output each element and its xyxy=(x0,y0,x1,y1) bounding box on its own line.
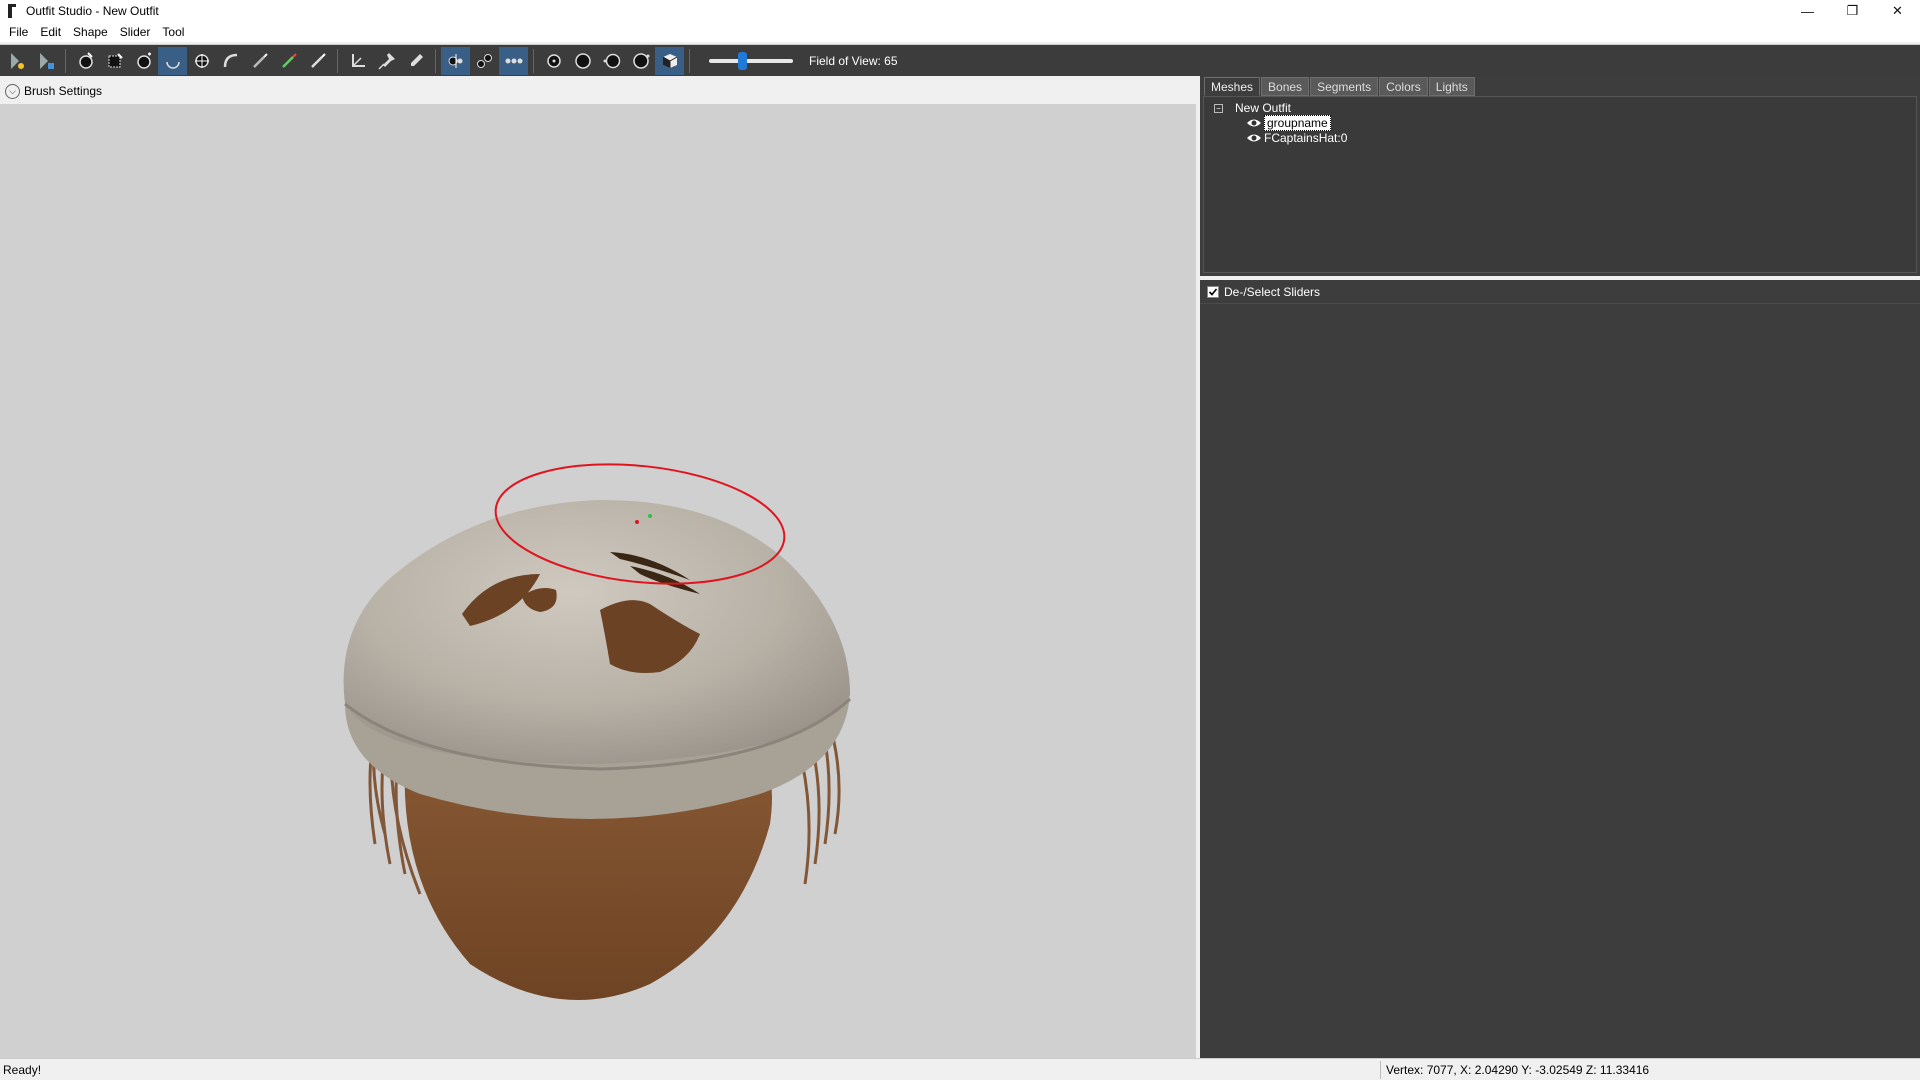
menu-shape[interactable]: Shape xyxy=(67,22,114,42)
show-mask-icon[interactable] xyxy=(539,47,568,75)
tree-root-item[interactable]: − New Outfit xyxy=(1214,100,1291,116)
load-outfit-tool-button[interactable] xyxy=(31,47,60,75)
tab-bones[interactable]: Bones xyxy=(1261,77,1310,96)
outfit-studio-logo-icon xyxy=(4,3,20,19)
x-mirror-icon[interactable] xyxy=(441,46,470,75)
tab-lights[interactable]: Lights xyxy=(1428,77,1475,96)
transform-tool-icon[interactable] xyxy=(343,47,372,75)
tree-item-label: FCaptainsHat:0 xyxy=(1264,131,1348,145)
3d-viewport[interactable] xyxy=(0,104,1196,1058)
right-panel: Meshes Bones Segments Colors Lights − Ne… xyxy=(1200,76,1920,1058)
brush-settings-bar[interactable]: ⌵ Brush Settings xyxy=(0,78,1198,104)
status-bar: Ready! Vertex: 7077, X: 2.04290 Y: -3.02… xyxy=(0,1058,1920,1080)
minimize-button[interactable]: — xyxy=(1785,0,1830,22)
color-brush-icon[interactable] xyxy=(303,47,332,75)
slider-list[interactable] xyxy=(1200,305,1920,1058)
tree-item-label: groupname xyxy=(1264,115,1331,131)
menu-slider[interactable]: Slider xyxy=(114,22,157,42)
mesh-tree[interactable]: − New Outfit groupname FCaptainsHat:0 xyxy=(1203,96,1917,273)
undiff-brush-icon[interactable] xyxy=(245,47,274,75)
smooth-brush-icon[interactable] xyxy=(216,47,245,75)
vertex-edit-tool-icon[interactable] xyxy=(401,47,430,75)
brush-settings-label: Brush Settings xyxy=(24,84,103,98)
inflate-brush-icon[interactable] xyxy=(129,47,158,75)
mask-brush-icon[interactable] xyxy=(100,47,129,75)
tree-root-label: New Outfit xyxy=(1235,101,1292,115)
tab-meshes[interactable]: Meshes xyxy=(1204,77,1261,96)
field-of-view-slider-thumb[interactable] xyxy=(737,51,747,70)
visibility-eye-icon[interactable] xyxy=(1246,117,1262,129)
pivot-tool-icon[interactable] xyxy=(372,47,401,75)
deflate-brush-icon[interactable] xyxy=(158,46,187,75)
new-outfit-tool-button[interactable] xyxy=(2,47,31,75)
field-of-view-slider[interactable] xyxy=(709,51,793,70)
tree-item-fcaptainshat[interactable]: FCaptainsHat:0 xyxy=(1246,130,1347,146)
connected-only-icon[interactable] xyxy=(470,47,499,75)
close-button[interactable]: ✕ xyxy=(1875,0,1920,22)
chevron-down-icon[interactable]: ⌵ xyxy=(5,83,20,99)
menu-bar: File Edit Shape Slider Tool xyxy=(0,22,1920,42)
visibility-eye-icon[interactable] xyxy=(1246,132,1262,144)
tree-item-groupname[interactable]: groupname xyxy=(1246,115,1331,131)
tab-segments[interactable]: Segments xyxy=(1310,77,1379,96)
outfit-model-render[interactable] xyxy=(0,104,1196,1058)
restore-button[interactable]: ❐ xyxy=(1830,0,1875,22)
menu-edit[interactable]: Edit xyxy=(34,22,67,42)
status-message: Ready! xyxy=(3,1063,42,1077)
menu-tool[interactable]: Tool xyxy=(156,22,190,42)
select-brush-icon[interactable] xyxy=(71,47,100,75)
panel-tabs: Meshes Bones Segments Colors Lights xyxy=(1200,76,1920,96)
global-brush-collision-icon[interactable] xyxy=(499,46,528,75)
weight-brush-icon[interactable] xyxy=(274,47,303,75)
window-title: Outfit Studio - New Outfit xyxy=(26,4,159,18)
title-bar: Outfit Studio - New Outfit — ❐ ✕ xyxy=(0,0,1920,22)
show-lighting-icon[interactable] xyxy=(597,47,626,75)
move-brush-icon[interactable] xyxy=(187,47,216,75)
deselect-sliders-label: De-/Select Sliders xyxy=(1224,284,1321,299)
deselect-sliders-checkbox[interactable] xyxy=(1207,285,1219,298)
toolbar: Field of View: 65 xyxy=(0,44,1920,76)
sliders-header: De-/Select Sliders xyxy=(1200,280,1920,304)
vertex-readout: Vertex: 7077, X: 2.04290 Y: -3.02549 Z: … xyxy=(1386,1063,1650,1077)
field-of-view-label: Field of View: 65 xyxy=(809,53,898,68)
menu-file[interactable]: File xyxy=(3,22,34,42)
show-texture-icon[interactable] xyxy=(626,47,655,75)
show-vertex-colors-icon[interactable] xyxy=(655,46,684,75)
collapse-icon[interactable]: − xyxy=(1214,103,1223,113)
show-wireframe-icon[interactable] xyxy=(568,47,597,75)
tab-colors[interactable]: Colors xyxy=(1379,77,1428,96)
